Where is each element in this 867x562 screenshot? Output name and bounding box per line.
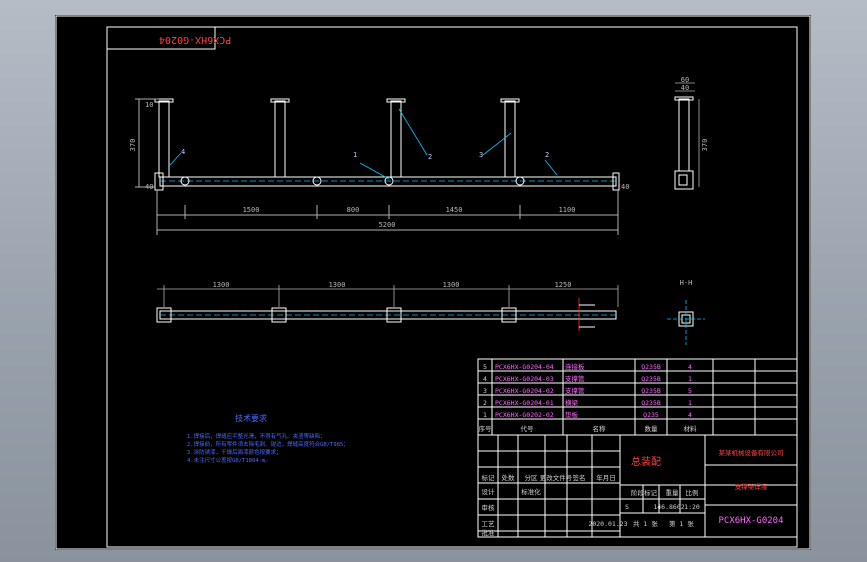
technical-notes: 技术要求 1.焊接后，焊缝应平整光滑，不得有气孔、夹渣等缺陷； 2.焊接前，所有…: [187, 413, 349, 464]
side-view: 60 40 370: [674, 76, 709, 190]
svg-text:技术要求: 技术要求: [235, 413, 267, 423]
bom-cell-no: 3: [483, 387, 487, 395]
bom-cell-qty: 4: [688, 363, 692, 371]
bom-cell-code: PCX6HX-G0204-01: [495, 399, 554, 407]
svg-text:3: 3: [479, 151, 483, 159]
svg-text:10: 10: [145, 101, 153, 109]
svg-text:S: S: [625, 503, 629, 511]
svg-text:1300: 1300: [329, 281, 346, 289]
svg-text:名称: 名称: [593, 424, 607, 433]
svg-text:2020.01.23: 2020.01.23: [588, 520, 627, 528]
svg-text:比例: 比例: [686, 488, 699, 497]
svg-text:40: 40: [681, 84, 689, 92]
bom-cell-qty: 1: [688, 375, 692, 383]
svg-text:1300: 1300: [443, 281, 460, 289]
svg-text:1450: 1450: [446, 206, 463, 214]
bom-cell-name: 垫板: [565, 410, 579, 419]
bom-cell-material: Q235B: [641, 363, 661, 371]
bom-cell-code: PCX6HX-G0204-04: [495, 363, 554, 371]
svg-text:处数: 处数: [502, 473, 516, 482]
svg-text:1: 1: [353, 151, 357, 159]
svg-text:1:20: 1:20: [684, 503, 700, 511]
svg-text:年月日: 年月日: [596, 473, 616, 482]
corner-label: PCX6HX-G0204: [159, 34, 231, 45]
svg-text:40: 40: [621, 183, 629, 191]
bom-cell-name: 支撑管: [565, 374, 585, 383]
support-posts: [154, 98, 520, 178]
svg-text:重量: 重量: [666, 489, 680, 497]
bom-cell-code: PCX6HX-G0202-02: [495, 411, 554, 419]
sheet-frame: [55, 15, 811, 550]
svg-text:4: 4: [181, 148, 185, 156]
bom-cell-name: 支撑管: [565, 386, 585, 395]
svg-text:工艺: 工艺: [482, 520, 496, 528]
svg-text:3.涂防锈漆，干燥后面漆颜色按要求；: 3.涂防锈漆，干燥后面漆颜色按要求；: [187, 448, 282, 456]
front-elevation: 4 1 2 3 2 1500 800 1450 1100 5200 370 40…: [129, 98, 629, 235]
svg-text:2: 2: [545, 151, 549, 159]
bom-cell-material: Q235B: [641, 387, 661, 395]
svg-text:1100: 1100: [559, 206, 576, 214]
svg-text:H-H: H-H: [680, 279, 693, 287]
svg-text:数量: 数量: [645, 424, 659, 433]
svg-text:材料: 材料: [684, 424, 698, 433]
svg-text:支撑架焊接: 支撑架焊接: [735, 482, 768, 491]
svg-text:批准: 批准: [482, 528, 496, 537]
elevation-dimensions: [135, 98, 619, 235]
drawing-number: PCX6HX-G0204: [718, 516, 783, 526]
bom-cell-code: PCX6HX-G0204-02: [495, 387, 554, 395]
svg-text:60: 60: [681, 76, 689, 84]
svg-text:设计: 设计: [482, 487, 496, 496]
bom-cell-qty: 1: [688, 399, 692, 407]
svg-text:标准化: 标准化: [521, 487, 541, 496]
svg-text:1500: 1500: [243, 206, 260, 214]
svg-text:阶段标记: 阶段标记: [631, 488, 658, 497]
svg-text:某某机械设备有限公司: 某某机械设备有限公司: [719, 448, 784, 457]
bom-cell-material: Q235B: [641, 399, 661, 407]
svg-text:800: 800: [347, 206, 360, 214]
svg-text:5200: 5200: [379, 221, 396, 229]
svg-text:标记: 标记: [482, 473, 496, 482]
svg-text:4.未注尺寸公差按GB/T1804-m。: 4.未注尺寸公差按GB/T1804-m。: [187, 456, 271, 464]
bom-cell-no: 1: [483, 411, 487, 419]
svg-text:2.焊接前，所有零件须去除毛刺、锐边，焊缝高度符合GB/T9: 2.焊接前，所有零件须去除毛刺、锐边，焊缝高度符合GB/T985；: [187, 440, 349, 448]
svg-text:1300: 1300: [213, 281, 230, 289]
svg-text:签名: 签名: [573, 473, 586, 482]
svg-text:370: 370: [129, 139, 137, 152]
svg-text:共 1 张: 共 1 张: [633, 519, 658, 528]
bom-cell-no: 5: [483, 363, 487, 371]
plan-view: 1300 1300 1300 1250 H-H: [156, 279, 705, 345]
svg-text:1.焊接后，焊缝应平整光滑，不得有气孔、夹渣等缺陷；: 1.焊接后，焊缝应平整光滑，不得有气孔、夹渣等缺陷；: [187, 432, 326, 440]
svg-text:40: 40: [145, 183, 153, 191]
bom-cell-code: PCX6HX-G0204-03: [495, 375, 554, 383]
svg-text:第 1 张: 第 1 张: [669, 519, 694, 528]
svg-text:总装配: 总装配: [631, 455, 661, 468]
bom-cell-name: 横梁: [565, 398, 579, 407]
svg-text:146.8602: 146.8602: [653, 503, 684, 511]
svg-text:序号: 序号: [479, 424, 493, 433]
bom-cell-name: 连接板: [565, 362, 585, 371]
bom-cell-qty: 4: [688, 411, 692, 419]
svg-text:370: 370: [701, 139, 709, 152]
bom-cell-material: Q235: [643, 411, 659, 419]
svg-text:1250: 1250: [555, 281, 572, 289]
bom-cell-no: 4: [483, 375, 487, 383]
bom-cell-no: 2: [483, 399, 487, 407]
svg-text:更改文件号: 更改文件号: [540, 473, 573, 482]
drawing-canvas: PCX6HX-G0204 4 1 2 3 2 1500 800 1450 110…: [55, 15, 811, 550]
cad-viewport[interactable]: PCX6HX-G0204 4 1 2 3 2 1500 800 1450 110…: [55, 15, 811, 550]
bom-cell-qty: 5: [688, 387, 692, 395]
bom-cell-material: Q235B: [641, 375, 661, 383]
svg-text:2: 2: [428, 153, 432, 161]
svg-text:分区: 分区: [525, 473, 539, 482]
svg-text:代号: 代号: [521, 424, 535, 433]
svg-text:审核: 审核: [482, 503, 496, 512]
